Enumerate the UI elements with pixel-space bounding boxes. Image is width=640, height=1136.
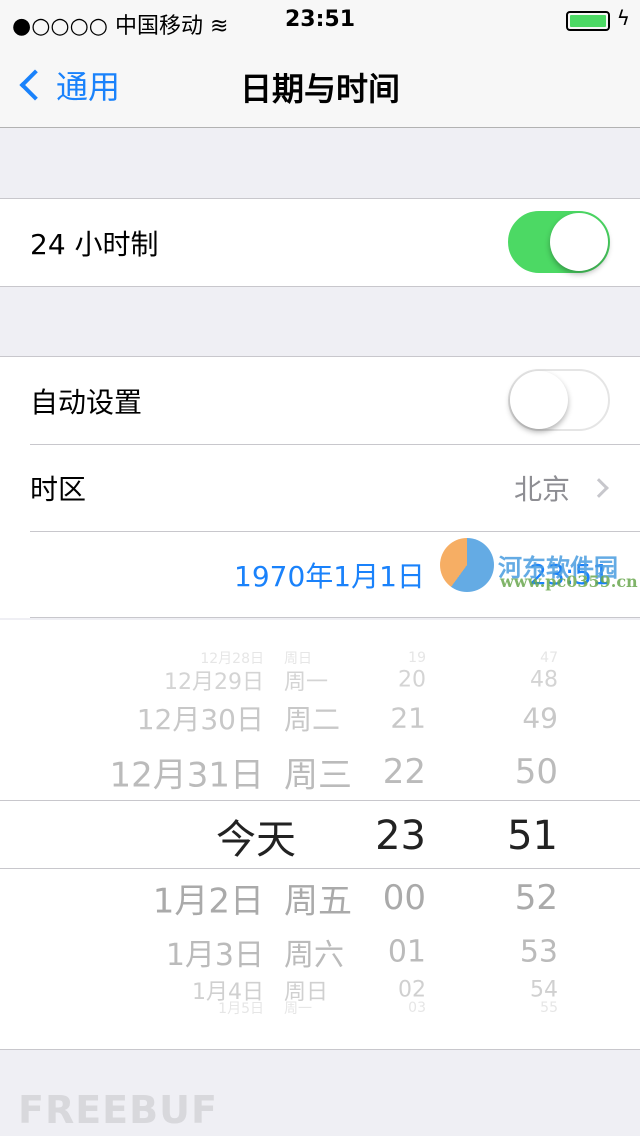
- row-label: 24 小时制: [30, 227, 159, 261]
- picker-hour: 23: [375, 813, 426, 859]
- row-label: 自动设置: [30, 385, 143, 419]
- picker-date: 今天: [216, 817, 296, 863]
- timezone-value: 北京: [513, 473, 570, 506]
- section-24-hour: 24 小时制: [0, 198, 640, 287]
- picker-row[interactable]: 1月5日 03 55 周一: [0, 978, 640, 1038]
- navigation-bar: 通用 日期与时间: [0, 40, 640, 128]
- picker-date: 12月31日: [109, 755, 264, 796]
- page-title: 日期与时间: [239, 70, 400, 108]
- picker-date: 1月5日: [218, 1001, 264, 1017]
- picker-hour: 00: [382, 878, 426, 918]
- picker-minute: 55: [540, 1000, 558, 1016]
- row-label: 时区: [30, 473, 87, 506]
- status-time: 23:51: [284, 7, 356, 32]
- picker-minute: 51: [507, 813, 558, 859]
- picker-row[interactable]: 1月2日 00 52 周五: [0, 868, 640, 928]
- 24-hour-toggle[interactable]: [508, 211, 610, 273]
- row-24-hour: 24 小时制: [0, 199, 640, 286]
- picker-weekday: 周三: [284, 755, 352, 796]
- picker-weekday: 周一: [284, 1001, 312, 1017]
- picker-weekday: 周五: [284, 881, 352, 922]
- row-timezone[interactable]: 时区 北京: [30, 444, 640, 531]
- battery-icon: [566, 11, 610, 31]
- picker-date: 12月30日: [136, 703, 264, 736]
- date-time-picker[interactable]: 12月28日 19 47 周日 12月29日 20 48 周一 12月30日 21 49 周二 12月3…: [0, 620, 640, 1050]
- charging-icon: ϟ: [616, 6, 630, 30]
- hedong-logo-icon: [440, 538, 494, 592]
- picker-minute: 49: [522, 701, 558, 735]
- picker-row[interactable]: 12月31日 22 50 周三: [0, 742, 640, 802]
- picker-row[interactable]: 12月30日 21 49 周二: [0, 688, 640, 748]
- picker-hour: 03: [408, 1000, 426, 1016]
- picker-minute: 52: [514, 878, 558, 918]
- picker-minute: 50: [514, 752, 558, 792]
- status-bar: ●○○○○ 中国移动 ≋ 23:51 ϟ: [0, 0, 640, 40]
- watermark-hedong: 河东软件园 www.pc0359.cn: [440, 538, 638, 592]
- picker-hour: 22: [382, 752, 426, 792]
- picker-hour: 21: [390, 701, 426, 735]
- picker-date: 1月2日: [152, 881, 264, 922]
- picker-row[interactable]: 今天 23 51: [0, 806, 640, 866]
- date-value: 1970年1月1日: [234, 559, 425, 593]
- row-auto-set: 自动设置: [0, 357, 640, 444]
- watermark-freebuf: FREEBUF: [18, 1088, 218, 1132]
- picker-weekday: 周二: [284, 703, 341, 736]
- chevron-right-icon: [589, 478, 609, 498]
- auto-set-toggle[interactable]: [508, 369, 610, 431]
